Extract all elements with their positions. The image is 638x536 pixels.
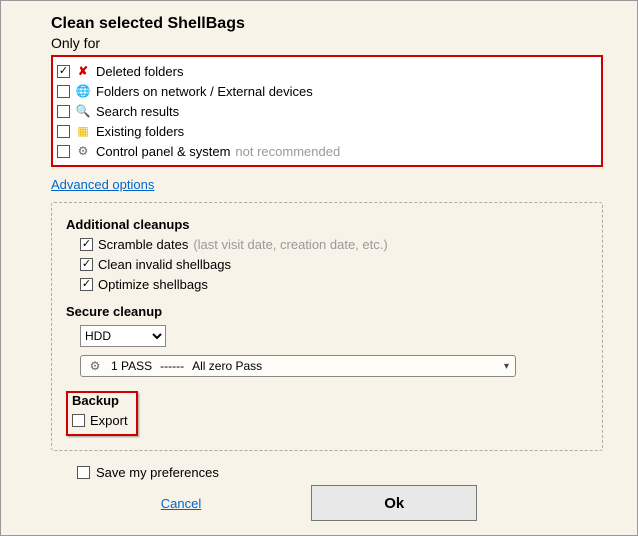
page-title: Clean selected ShellBags (51, 15, 603, 33)
globe-icon: 🌐 (75, 83, 91, 99)
magnifier-icon: 🔍 (75, 103, 91, 119)
checkbox-scramble-dates[interactable]: ✓ (80, 238, 93, 251)
backup-box: Backup Export (66, 391, 138, 436)
wipe-pass-select[interactable]: ⚙ 1 PASS ------ All zero Pass ▾ (80, 355, 516, 377)
cleanup-label: Optimize shellbags (98, 277, 208, 292)
backup-row[interactable]: Export (72, 410, 128, 430)
cleanup-row[interactable]: ✓ Scramble dates (last visit date, creat… (80, 234, 588, 254)
checkbox-network-folders[interactable] (57, 85, 70, 98)
pass-label: 1 PASS (111, 359, 152, 373)
filter-row[interactable]: 🔍 Search results (57, 101, 595, 121)
filter-note: not recommended (235, 144, 340, 159)
checkbox-search-results[interactable] (57, 105, 70, 118)
filter-row[interactable]: ⚙ Control panel & system not recommended (57, 141, 595, 161)
advanced-options-link[interactable]: Advanced options (51, 177, 154, 192)
checkbox-save-preferences[interactable] (77, 466, 90, 479)
cancel-link[interactable]: Cancel (161, 496, 201, 511)
save-preferences-row[interactable]: Save my preferences (77, 465, 603, 480)
pass-desc: All zero Pass (192, 359, 262, 373)
checkbox-control-panel[interactable] (57, 145, 70, 158)
cleanup-row[interactable]: ✓ Clean invalid shellbags (80, 254, 588, 274)
gear-icon: ⚙ (87, 358, 103, 374)
cleanup-fieldset: Additional cleanups ✓ Scramble dates (la… (51, 202, 603, 451)
cleanup-note: (last visit date, creation date, etc.) (193, 237, 387, 252)
filter-row[interactable]: ✓ ✘ Deleted folders (57, 61, 595, 81)
filter-box: ✓ ✘ Deleted folders 🌐 Folders on network… (51, 55, 603, 167)
checkbox-export[interactable] (72, 414, 85, 427)
ok-button[interactable]: Ok (311, 485, 477, 521)
cleanup-label: Clean invalid shellbags (98, 257, 231, 272)
chevron-down-icon: ▾ (504, 361, 509, 372)
filter-label: Deleted folders (96, 64, 183, 79)
filter-label: Folders on network / External devices (96, 84, 313, 99)
filter-row[interactable]: ▦ Existing folders (57, 121, 595, 141)
checkbox-deleted-folders[interactable]: ✓ (57, 65, 70, 78)
save-preferences-label: Save my preferences (96, 465, 219, 480)
gear-icon: ⚙ (75, 143, 91, 159)
drive-type-select[interactable]: HDD (80, 325, 166, 347)
export-label: Export (90, 413, 128, 428)
only-for-label: Only for (51, 35, 603, 51)
checkbox-clean-invalid[interactable]: ✓ (80, 258, 93, 271)
dialog-footer: Cancel Ok (1, 485, 637, 521)
filter-row[interactable]: 🌐 Folders on network / External devices (57, 81, 595, 101)
filter-label: Search results (96, 104, 179, 119)
secure-cleanup-heading: Secure cleanup (66, 304, 588, 319)
pass-sep: ------ (160, 359, 184, 373)
additional-cleanups-heading: Additional cleanups (66, 217, 588, 232)
checkbox-existing-folders[interactable] (57, 125, 70, 138)
filter-label: Existing folders (96, 124, 184, 139)
delete-x-icon: ✘ (75, 63, 91, 79)
cleanup-label: Scramble dates (98, 237, 188, 252)
cleanup-row[interactable]: ✓ Optimize shellbags (80, 274, 588, 294)
checkbox-optimize[interactable]: ✓ (80, 278, 93, 291)
backup-heading: Backup (72, 393, 128, 408)
folder-icon: ▦ (75, 123, 91, 139)
filter-label: Control panel & system (96, 144, 230, 159)
